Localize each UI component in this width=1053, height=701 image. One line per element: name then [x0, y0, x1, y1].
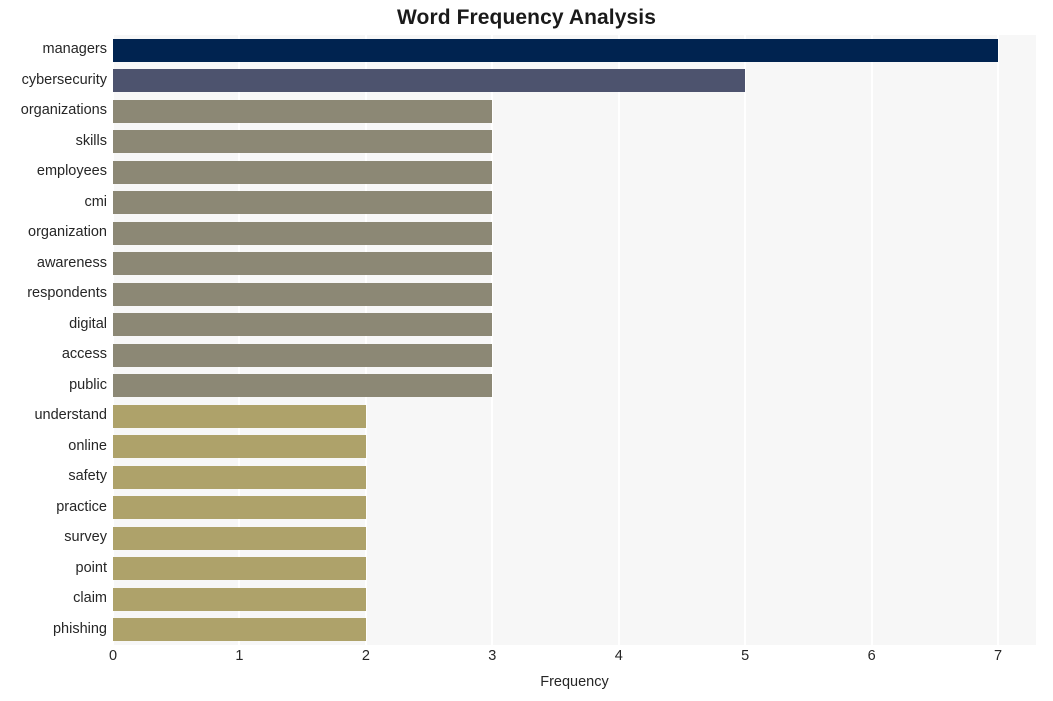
chart-title: Word Frequency Analysis: [396, 6, 657, 29]
bar[interactable]: [113, 130, 493, 154]
x-axis-tick-label: 6: [867, 648, 876, 664]
bar-row[interactable]: [113, 69, 1036, 93]
bar[interactable]: [113, 252, 493, 276]
gridline: [238, 35, 241, 645]
y-axis-tick-label: point: [75, 559, 107, 576]
plot-area: [113, 35, 1036, 645]
bar-row[interactable]: [113, 557, 1036, 581]
y-axis-tick-label: cybersecurity: [21, 71, 107, 88]
gridline: [491, 35, 494, 645]
gridline: [997, 35, 1000, 645]
bar[interactable]: [113, 526, 366, 550]
y-axis-tick-label: safety: [68, 468, 107, 485]
x-axis-tick-label: 0: [108, 648, 118, 664]
bar[interactable]: [113, 282, 493, 306]
bar[interactable]: [113, 587, 366, 611]
bar-row[interactable]: [113, 618, 1036, 642]
bar[interactable]: [113, 435, 366, 459]
bar-row[interactable]: [113, 587, 1036, 611]
bar[interactable]: [113, 69, 746, 93]
bar[interactable]: [113, 343, 493, 367]
y-axis-tick-label: cmi: [84, 193, 107, 210]
bar[interactable]: [113, 191, 493, 215]
bar-row[interactable]: [113, 343, 1036, 367]
word-frequency-chart-figure: Word Frequency Analysis managers cybersec…: [0, 0, 1053, 701]
bar[interactable]: [113, 465, 366, 489]
y-axis-tick-label: online: [68, 437, 107, 454]
bar-row[interactable]: [113, 99, 1036, 123]
bar[interactable]: [113, 221, 493, 245]
y-axis-tick-label: managers: [42, 41, 107, 58]
bar-row[interactable]: [113, 252, 1036, 276]
x-axis-tick-label: 7: [994, 648, 1003, 664]
x-axis-tick-label: 1: [235, 648, 244, 664]
bar-row[interactable]: [113, 526, 1036, 550]
y-axis-tick-label: skills: [75, 132, 107, 149]
x-axis-tick-label: 4: [614, 648, 623, 664]
y-axis-tick-label: digital: [69, 315, 107, 332]
y-axis-tick-labels: managers cybersecurity organizations skills…: [0, 35, 107, 645]
bar-row[interactable]: [113, 374, 1036, 398]
bar[interactable]: [113, 496, 366, 520]
bar[interactable]: [113, 99, 493, 123]
y-axis-tick-label: phishing: [52, 620, 107, 637]
y-axis-tick-label: organizations: [20, 102, 107, 119]
y-axis-tick-label: public: [69, 376, 107, 393]
y-axis-tick-label: understand: [34, 407, 107, 424]
bar-row[interactable]: [113, 38, 1036, 62]
x-axis-tick-label: 5: [741, 648, 750, 664]
bar[interactable]: [113, 313, 493, 337]
bar-row[interactable]: [113, 130, 1036, 154]
bar[interactable]: [113, 404, 366, 428]
bar[interactable]: [113, 557, 366, 581]
x-axis-tick-label: 3: [488, 648, 497, 664]
y-axis-tick-label: respondents: [27, 285, 107, 302]
y-axis-tick-label: claim: [73, 590, 107, 607]
y-axis-tick-label: organization: [28, 224, 107, 241]
x-axis-tick-label: 2: [361, 648, 370, 664]
bar-row[interactable]: [113, 221, 1036, 245]
bar[interactable]: [113, 160, 493, 184]
y-axis-tick-label: employees: [36, 163, 107, 180]
gridline: [744, 35, 747, 645]
bar-row[interactable]: [113, 160, 1036, 184]
bar-row[interactable]: [113, 465, 1036, 489]
gridline: [113, 35, 114, 645]
gridline: [617, 35, 620, 645]
gridline: [364, 35, 367, 645]
bar-row[interactable]: [113, 191, 1036, 215]
bar[interactable]: [113, 38, 999, 62]
bar-row[interactable]: [113, 496, 1036, 520]
bar-row[interactable]: [113, 313, 1036, 337]
bar[interactable]: [113, 374, 493, 398]
y-axis-tick-label: access: [61, 346, 107, 363]
bar[interactable]: [113, 618, 366, 642]
y-axis-tick-label: survey: [64, 529, 107, 546]
gridline: [870, 35, 873, 645]
x-axis-label: Frequency: [540, 674, 609, 690]
y-axis-tick-label: practice: [56, 498, 107, 515]
bar-row[interactable]: [113, 435, 1036, 459]
bar-row[interactable]: [113, 282, 1036, 306]
y-axis-tick-label: awareness: [36, 254, 107, 271]
x-axis-tick-labels: 0 1 2 3 4 5 6 7: [109, 648, 1036, 672]
bar-row[interactable]: [113, 404, 1036, 428]
